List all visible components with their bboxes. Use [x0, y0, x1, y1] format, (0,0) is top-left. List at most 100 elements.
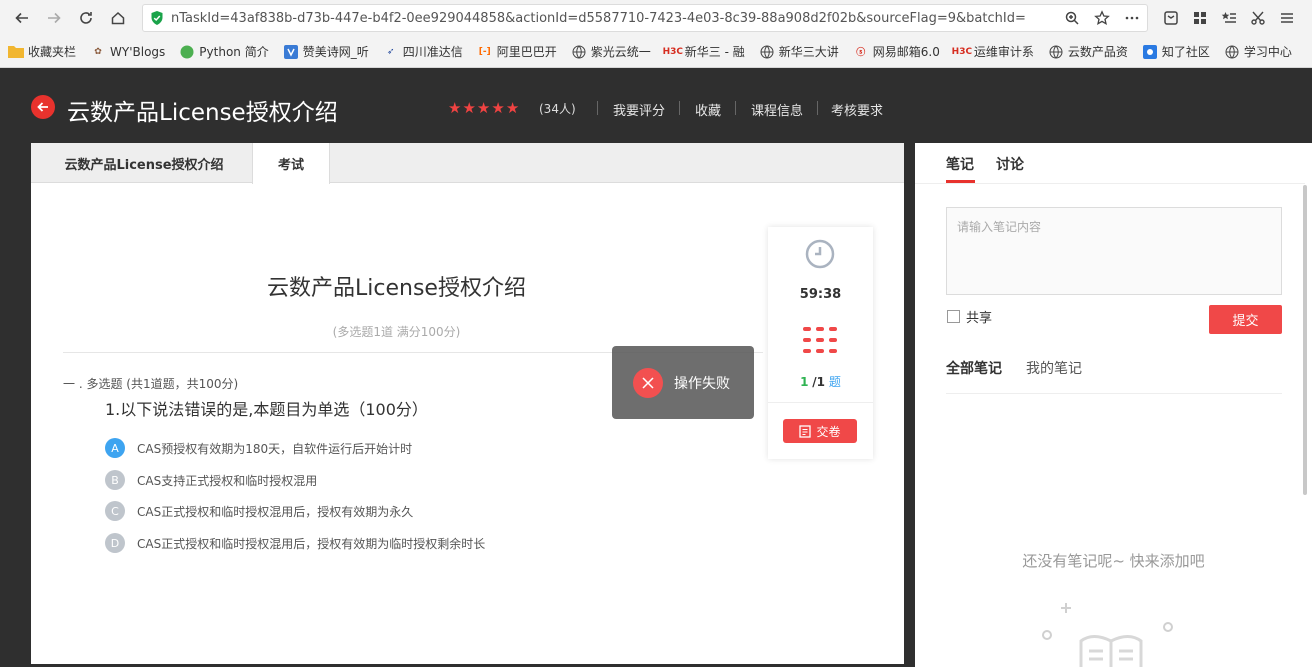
question-count: 1 /1 题 [768, 373, 873, 390]
current-question: 1 [800, 375, 809, 389]
bookmark-item[interactable]: ✿ WY'Blogs [90, 45, 165, 59]
more-dots-icon[interactable] [1117, 5, 1147, 31]
empty-notes-illustration-icon [1042, 603, 1173, 667]
bookmark-item[interactable]: [-] 阿里巴巴开 [477, 43, 557, 60]
option-letter: D [105, 533, 125, 553]
zoom-icon[interactable] [1057, 5, 1087, 31]
exam-title: 云数产品License授权介绍 [267, 276, 526, 301]
zhiliao-icon [1142, 44, 1158, 59]
bookmark-item[interactable]: Python 简介 [179, 43, 269, 60]
favorite-link[interactable]: 收藏 [695, 100, 721, 119]
scrollbar[interactable] [1303, 185, 1307, 495]
submit-exam-label: 交卷 [816, 424, 841, 439]
back-arrow-icon [37, 102, 48, 112]
question-unit: 题 [828, 375, 841, 389]
course-info-link[interactable]: 课程信息 [751, 100, 803, 119]
empty-notes-message: 还没有笔记呢~ 快来添加吧 [1022, 552, 1205, 570]
address-bar[interactable]: nTaskId=43af838b-d73b-447e-b4f2-0ee92904… [142, 4, 1148, 32]
rate-link[interactable]: 我要评分 [613, 100, 665, 119]
share-checkbox[interactable]: 共享 [947, 307, 992, 326]
bookmark-label: 知了社区 [1161, 45, 1210, 59]
option-a[interactable]: A CAS预授权有效期为180天，自软件运行后开始计时 [105, 438, 412, 458]
alibaba-icon: [-] [478, 46, 491, 57]
section-label: 一 . 多选题 (共1道题，共100分) [63, 377, 239, 391]
tab-exam[interactable]: 考试 [252, 143, 330, 184]
error-toast: 操作失败 [612, 346, 754, 419]
bookmark-item[interactable]: 收藏夹栏 [8, 43, 76, 60]
rating-stars: ★ ★ ★ ★ ★ [448, 99, 520, 117]
bookmark-item[interactable]: ➶ 四川准达信 [383, 43, 463, 60]
star-icon: ★ [476, 99, 491, 117]
header-separator [817, 101, 818, 115]
countdown-time: 59:38 [799, 287, 842, 302]
globe-icon [1224, 45, 1240, 59]
header-separator [679, 101, 680, 115]
bookmark-label: 四川准达信 [402, 45, 463, 59]
divider [768, 402, 873, 403]
favorites-list-icon[interactable] [1214, 2, 1243, 34]
question-grid-icon[interactable] [803, 327, 837, 353]
back-arrow-icon[interactable] [6, 2, 38, 34]
option-c[interactable]: C CAS正式授权和临时授权混用后，授权有效期为永久 [105, 501, 413, 521]
option-text: CAS正式授权和临时授权混用后，授权有效期为永久 [137, 504, 414, 519]
star-icon: ★ [491, 99, 505, 117]
bookmark-item[interactable]: 赞美诗网_听 [283, 43, 369, 60]
tab-my-notes[interactable]: 我的笔记 [1026, 358, 1082, 378]
star-icon: ★ [505, 99, 520, 117]
toast-message: 操作失败 [674, 375, 730, 392]
reload-icon[interactable] [70, 2, 102, 34]
star-icon: ★ [448, 99, 462, 117]
forward-arrow-icon[interactable] [38, 2, 70, 34]
reading-mode-icon[interactable] [1156, 2, 1185, 34]
option-b[interactable]: B CAS支持正式授权和临时授权混用 [105, 470, 317, 490]
exam-subtitle: (多选题1道 满分100分) [332, 325, 461, 339]
bookmark-item[interactable]: 新华三大讲 [759, 43, 839, 60]
bookmark-label: 运维审计系 [973, 45, 1034, 59]
star-icon: ★ [462, 99, 476, 117]
bookmark-label: 赞美诗网_听 [302, 45, 369, 59]
note-input[interactable] [946, 207, 1282, 295]
error-close-icon [633, 367, 663, 398]
checkbox[interactable] [947, 310, 960, 323]
option-text: CAS预授权有效期为180天，自软件运行后开始计时 [137, 441, 413, 456]
bookmark-item[interactable]: 云数产品资 [1048, 43, 1128, 60]
zhunda-icon: ➶ [386, 46, 395, 57]
favorite-star-icon[interactable] [1087, 5, 1117, 31]
bookmark-label: 收藏夹栏 [28, 45, 77, 59]
back-button[interactable] [31, 95, 55, 119]
rating-count: (34人) [539, 102, 576, 116]
document-icon [799, 424, 812, 438]
option-letter: B [105, 470, 125, 490]
python-icon [179, 45, 195, 59]
bookmark-item[interactable]: H3C 新华三 - 融 [663, 43, 745, 60]
submit-exam-button[interactable]: 交卷 [783, 419, 857, 443]
url-text[interactable]: nTaskId=43af838b-d73b-447e-b4f2-0ee92904… [171, 11, 1057, 26]
tab-notes[interactable]: 笔记 [946, 154, 974, 174]
bookmark-item[interactable]: ⓢ 网易邮箱6.0 [853, 43, 940, 60]
security-shield-icon [143, 10, 171, 26]
globe-icon [571, 45, 587, 59]
submit-note-button[interactable]: 提交 [1209, 305, 1282, 334]
bookmark-label: 阿里巴巴开 [496, 45, 557, 59]
tab-course[interactable]: 云数产品License授权介绍 [31, 143, 257, 183]
tab-all-notes[interactable]: 全部笔记 [946, 358, 1002, 378]
course-title: 云数产品License授权介绍 [67, 100, 338, 126]
h3c-icon: H3C [951, 46, 973, 57]
bookmark-label: 云数产品资 [1067, 45, 1128, 59]
menu-icon[interactable] [1272, 2, 1301, 34]
bookmark-item[interactable]: 紫光云统一 [571, 43, 651, 60]
bookmark-item[interactable]: 学习中心 [1224, 43, 1292, 60]
divider [946, 393, 1282, 394]
option-text: CAS正式授权和临时授权混用后，授权有效期为临时授权剩余时长 [137, 536, 486, 551]
home-icon[interactable] [102, 2, 134, 34]
option-d[interactable]: D CAS正式授权和临时授权混用后，授权有效期为临时授权剩余时长 [105, 533, 485, 553]
apps-grid-icon[interactable] [1185, 2, 1214, 34]
tools-scissors-icon[interactable] [1243, 2, 1272, 34]
exam-panel: 云数产品License授权介绍 考试 云数产品License授权介绍 (多选题1… [31, 143, 904, 664]
tab-discussion[interactable]: 讨论 [996, 154, 1024, 174]
blog-icon: ✿ [94, 46, 102, 57]
netease-icon: ⓢ [856, 48, 866, 58]
bookmark-item[interactable]: H3C 运维审计系 [951, 43, 1034, 60]
exam-requirements-link[interactable]: 考核要求 [831, 100, 883, 119]
bookmark-item[interactable]: 知了社区 [1142, 43, 1210, 60]
